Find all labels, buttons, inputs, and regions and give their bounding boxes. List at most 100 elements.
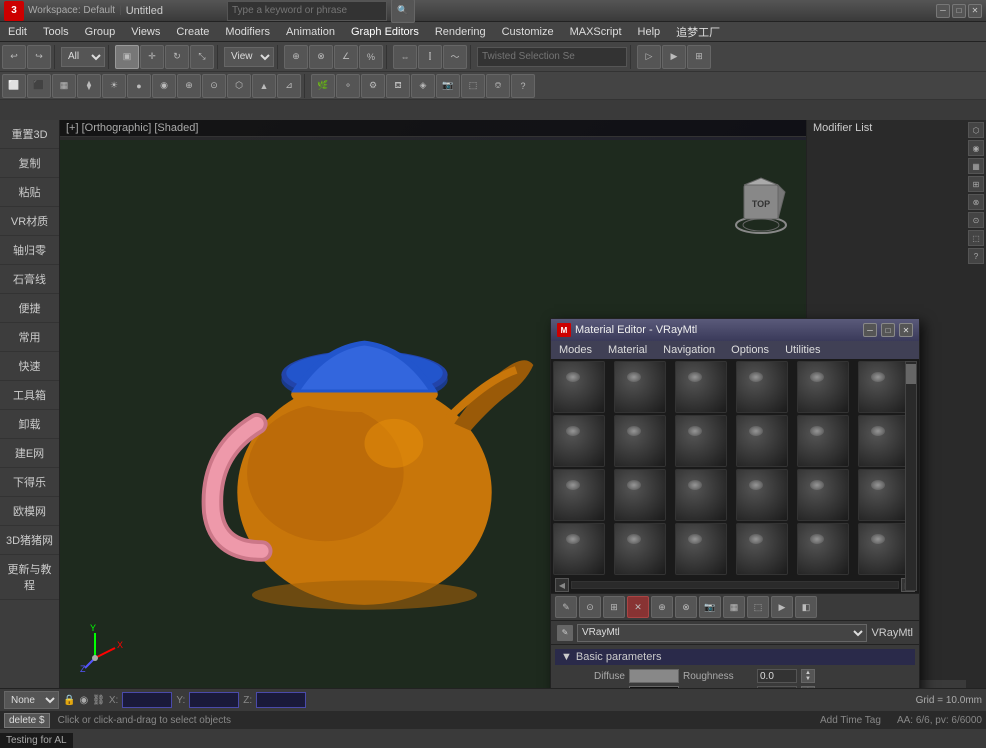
menu-graph-editors[interactable]: Graph Editors xyxy=(343,24,427,40)
tool-redo[interactable]: ↪ xyxy=(27,45,51,69)
tool-light3[interactable]: ◉ xyxy=(152,74,176,98)
x-input[interactable] xyxy=(122,692,172,708)
mat-menu-modes[interactable]: Modes xyxy=(551,343,600,357)
sidebar-toolbox[interactable]: 工具箱 xyxy=(0,381,59,410)
selection-input[interactable] xyxy=(477,47,627,67)
mat-tool-vid[interactable]: ▶ xyxy=(771,596,793,618)
mat-menu-options[interactable]: Options xyxy=(723,343,777,357)
right-icon-6[interactable]: ⊙ xyxy=(968,212,984,228)
right-icon-3[interactable]: ▦ xyxy=(968,158,984,174)
tool-cam1[interactable]: 📷 xyxy=(436,74,460,98)
sphere-17[interactable] xyxy=(797,469,849,521)
search-button[interactable]: 🔍 xyxy=(391,0,415,23)
menu-animation[interactable]: Animation xyxy=(278,24,343,40)
sidebar-3dpig[interactable]: 3D猪猪网 xyxy=(0,526,59,555)
menu-rendering[interactable]: Rendering xyxy=(427,24,494,40)
roughness-spinner[interactable]: ▲ ▼ xyxy=(801,669,815,683)
sidebar-copy[interactable]: 复制 xyxy=(0,149,59,178)
tool-help1[interactable]: ? xyxy=(511,74,535,98)
menu-create[interactable]: Create xyxy=(168,24,217,40)
sphere-15[interactable] xyxy=(675,469,727,521)
sphere-9[interactable] xyxy=(675,415,727,467)
sidebar-common[interactable]: 常用 xyxy=(0,323,59,352)
y-input[interactable] xyxy=(189,692,239,708)
sphere-6[interactable] xyxy=(858,361,910,413)
sidebar-plaster[interactable]: 石膏线 xyxy=(0,265,59,294)
sphere-16[interactable] xyxy=(736,469,788,521)
viewport-mode-select[interactable]: View xyxy=(224,47,274,67)
right-icon-4[interactable]: ⊞ xyxy=(968,176,984,192)
mat-tool-paste[interactable]: ⊗ xyxy=(675,596,697,618)
tool-mat1[interactable]: 🌿 xyxy=(311,74,335,98)
sphere-21[interactable] xyxy=(675,523,727,575)
menu-customize[interactable]: Customize xyxy=(494,24,562,40)
tool-cam3[interactable]: ⎊ xyxy=(486,74,510,98)
sidebar-reset3d[interactable]: 重置3D xyxy=(0,120,59,149)
tool-align[interactable]: ⫿ xyxy=(418,45,442,69)
right-icon-1[interactable]: ⬡ xyxy=(968,122,984,138)
tool-geom3[interactable]: ⊿ xyxy=(277,74,301,98)
scroll-left-arrow[interactable]: ◀ xyxy=(555,578,569,592)
right-icon-7[interactable]: ⬚ xyxy=(968,230,984,246)
right-icon-5[interactable]: ⊗ xyxy=(968,194,984,210)
sidebar-axis[interactable]: 轴归零 xyxy=(0,236,59,265)
mat-tool-assign[interactable]: ⊞ xyxy=(603,596,625,618)
sidebar-vrmtl[interactable]: VR材质 xyxy=(0,207,59,236)
sphere-7[interactable] xyxy=(553,415,605,467)
mat-close-btn[interactable]: ✕ xyxy=(899,323,913,337)
diffuse-color-swatch[interactable] xyxy=(629,669,679,683)
tool-sys2[interactable]: ⛾ xyxy=(386,74,410,98)
sphere-1[interactable] xyxy=(553,361,605,413)
nav-cube[interactable]: TOP xyxy=(726,170,786,230)
sphere-12[interactable] xyxy=(858,415,910,467)
mat-type-dropdown[interactable]: VRayMtl xyxy=(577,624,867,642)
tool-mirror[interactable]: ⇔ xyxy=(393,45,417,69)
tool-render3[interactable]: ⊞ xyxy=(687,45,711,69)
sphere-8[interactable] xyxy=(614,415,666,467)
sidebar-paste[interactable]: 粘贴 xyxy=(0,178,59,207)
roughness-down[interactable]: ▼ xyxy=(802,676,814,682)
sphere-3[interactable] xyxy=(675,361,727,413)
tool-geom2[interactable]: ▲ xyxy=(252,74,276,98)
tool-scale[interactable]: ⤡ xyxy=(190,45,214,69)
coord-lock-icon[interactable]: 🔒 xyxy=(63,695,75,706)
tool-geom1[interactable]: ⬡ xyxy=(227,74,251,98)
sphere-4[interactable] xyxy=(736,361,788,413)
tool-percent[interactable]: % xyxy=(359,45,383,69)
tool-cam2[interactable]: ⬚ xyxy=(461,74,485,98)
tool-curve[interactable]: 〜 xyxy=(443,45,467,69)
menu-help[interactable]: Help xyxy=(630,24,669,40)
search-input[interactable] xyxy=(227,1,387,21)
sidebar-oumu[interactable]: 欧模网 xyxy=(0,497,59,526)
tool-angle[interactable]: ∠ xyxy=(334,45,358,69)
sidebar-update[interactable]: 更新与教程 xyxy=(0,555,59,600)
coord-type-select[interactable]: None xyxy=(4,691,59,709)
tool-mat2[interactable]: ⚬ xyxy=(336,74,360,98)
sphere-13[interactable] xyxy=(553,469,605,521)
sphere-14[interactable] xyxy=(614,469,666,521)
sphere-2[interactable] xyxy=(614,361,666,413)
z-input[interactable] xyxy=(256,692,306,708)
tool-select[interactable]: ▣ xyxy=(115,45,139,69)
tool-sys1[interactable]: ⚙ xyxy=(361,74,385,98)
menu-maxscript[interactable]: MAXScript xyxy=(562,24,630,40)
sidebar-fast[interactable]: 快速 xyxy=(0,352,59,381)
sphere-18[interactable] xyxy=(858,469,910,521)
sphere-22[interactable] xyxy=(736,523,788,575)
sphere-19[interactable] xyxy=(553,523,605,575)
tool-create4[interactable]: ⧫ xyxy=(77,74,101,98)
menu-edit[interactable]: Edit xyxy=(0,24,35,40)
sidebar-xiangle[interactable]: 下得乐 xyxy=(0,468,59,497)
mat-tool-opt1[interactable]: ◧ xyxy=(795,596,817,618)
scroll-track[interactable] xyxy=(571,581,899,589)
sphere-11[interactable] xyxy=(797,415,849,467)
tool-create3[interactable]: ▦ xyxy=(52,74,76,98)
delete-button[interactable]: delete $ xyxy=(4,713,50,728)
close-button[interactable]: ✕ xyxy=(968,4,982,18)
menu-custom1[interactable]: 追梦工厂 xyxy=(668,22,728,42)
tool-undo[interactable]: ↩ xyxy=(2,45,26,69)
menu-views[interactable]: Views xyxy=(123,24,168,40)
mat-tool-copy[interactable]: ⊕ xyxy=(651,596,673,618)
mat-tool-bg[interactable]: ⬚ xyxy=(747,596,769,618)
sphere-23[interactable] xyxy=(797,523,849,575)
